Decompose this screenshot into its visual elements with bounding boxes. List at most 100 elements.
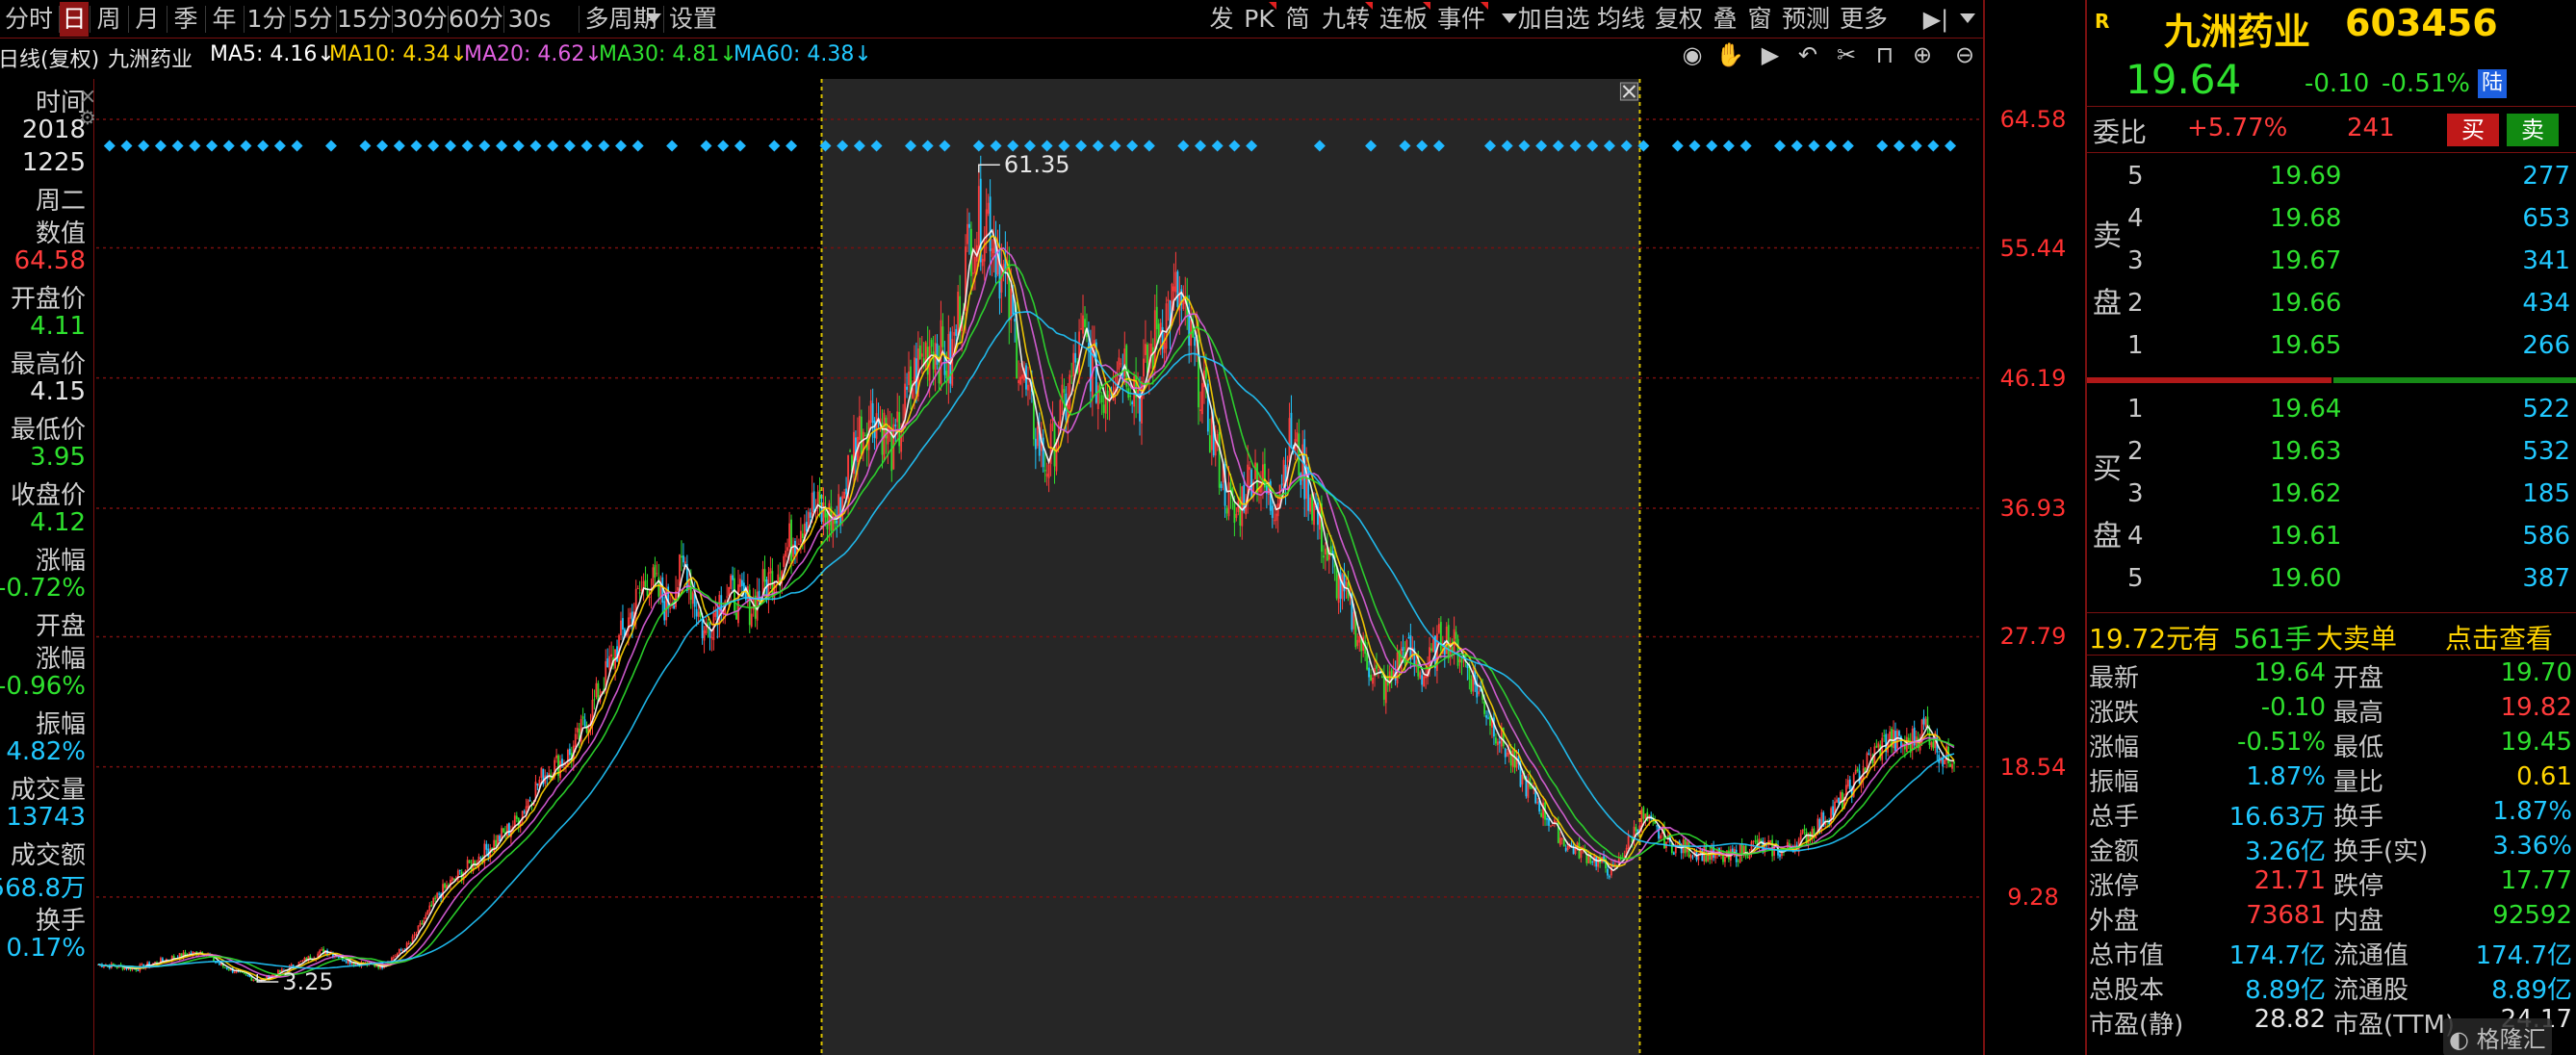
bid-row[interactable]: 1 19.64 522 bbox=[2087, 389, 2576, 431]
buy-button[interactable]: 买 bbox=[2447, 114, 2499, 146]
tool-button-0[interactable]: 发 bbox=[1205, 2, 1238, 37]
sell-button[interactable]: 卖 bbox=[2507, 114, 2559, 146]
ask-row[interactable]: 1 19.65 266 bbox=[2087, 325, 2576, 368]
tool-button-2[interactable]: 简 bbox=[1280, 2, 1315, 37]
candle-body bbox=[1856, 768, 1859, 771]
tool-button-6[interactable]: 加自选 bbox=[1517, 2, 1590, 37]
period-tab-13[interactable]: 设置 bbox=[664, 2, 722, 37]
candle-body bbox=[1506, 752, 1508, 758]
candle-body bbox=[1055, 442, 1058, 472]
zoom-out-icon[interactable]: ⊖ bbox=[1952, 42, 1977, 67]
candle-body bbox=[137, 969, 140, 971]
cursor-info-14: 涨幅 bbox=[35, 547, 86, 576]
big-order-view-link[interactable]: 点击查看 bbox=[2445, 618, 2553, 656]
undo-icon[interactable]: ↶ bbox=[1795, 42, 1820, 67]
ask-row[interactable]: 3 19.67 341 bbox=[2087, 241, 2576, 283]
candle-body bbox=[809, 512, 811, 519]
candle-body bbox=[468, 860, 471, 863]
candle-body bbox=[1658, 826, 1660, 839]
lock-icon[interactable]: ⊓ bbox=[1872, 42, 1897, 67]
connect-badge[interactable]: 陆 bbox=[2478, 69, 2507, 98]
tool-button-8[interactable]: 复权 bbox=[1652, 2, 1706, 37]
candle-body bbox=[695, 608, 698, 617]
more-dropdown-icon[interactable] bbox=[1960, 13, 1975, 23]
info-settings-icon[interactable]: ⚙ bbox=[79, 106, 96, 129]
period-tab-11[interactable]: 30s bbox=[504, 2, 554, 37]
period-tab-1[interactable]: 日 bbox=[60, 2, 89, 37]
signal-diamond bbox=[1825, 140, 1838, 152]
candle-body bbox=[523, 811, 526, 813]
bid-volume: 586 bbox=[2522, 522, 2570, 551]
tool-button-10[interactable]: 窗 bbox=[1744, 2, 1775, 37]
quote-label: 最低 bbox=[2333, 733, 2384, 762]
signal-diamond bbox=[1927, 140, 1940, 152]
zoom-in-icon[interactable]: ⊕ bbox=[1910, 42, 1935, 67]
candle-body bbox=[1437, 624, 1440, 633]
quote-value: 0.61 bbox=[2516, 762, 2572, 791]
signal-diamond bbox=[512, 140, 525, 152]
period-dropdown-icon[interactable] bbox=[646, 13, 661, 23]
bid-row[interactable]: 3 19.62 185 bbox=[2087, 474, 2576, 516]
tool-button-12[interactable]: 更多 bbox=[1837, 2, 1891, 37]
period-tab-4[interactable]: 季 bbox=[167, 2, 204, 37]
tool-button-3[interactable]: 九转 bbox=[1319, 2, 1373, 37]
play-icon[interactable]: ▶ bbox=[1758, 42, 1783, 67]
bid-row[interactable]: 2 19.63 532 bbox=[2087, 431, 2576, 474]
period-tab-8[interactable]: 15分 bbox=[337, 2, 392, 37]
bid-level: 3 bbox=[2127, 479, 2144, 508]
candle-body bbox=[1201, 383, 1203, 415]
eye-icon[interactable]: ◉ bbox=[1680, 42, 1705, 67]
tool-button-7[interactable]: 均线 bbox=[1594, 2, 1648, 37]
price-tick: 9.28 bbox=[2007, 883, 2059, 911]
candle-body bbox=[1883, 734, 1886, 736]
period-tab-6[interactable]: 1分 bbox=[245, 2, 289, 37]
period-tab-9[interactable]: 30分 bbox=[393, 2, 448, 37]
quote-value: -0.10 bbox=[2260, 693, 2326, 722]
tool-button-5[interactable]: 事件 bbox=[1434, 2, 1488, 37]
candle-body bbox=[1607, 868, 1609, 876]
candle-body bbox=[1439, 622, 1442, 651]
candle-body bbox=[839, 497, 842, 526]
signal-diamond bbox=[563, 140, 576, 152]
event-dropdown-icon[interactable] bbox=[1502, 13, 1517, 23]
period-tab-2[interactable]: 周 bbox=[90, 2, 127, 37]
price-tick: 27.79 bbox=[1999, 623, 2067, 651]
ask-row[interactable]: 2 19.66 434 bbox=[2087, 283, 2576, 325]
candle-body bbox=[407, 942, 410, 944]
candle-body bbox=[1382, 675, 1385, 700]
period-tab-3[interactable]: 月 bbox=[129, 2, 166, 37]
kline-chart[interactable]: 61.35 3.25 bbox=[96, 79, 1983, 1055]
candle-body bbox=[1072, 352, 1075, 376]
signal-diamond bbox=[393, 140, 405, 152]
tool-button-4[interactable]: 连板 bbox=[1377, 2, 1430, 37]
quote-value: 19.70 bbox=[2500, 658, 2572, 687]
candle-body bbox=[985, 209, 988, 240]
ask-row[interactable]: 5 19.69 277 bbox=[2087, 156, 2576, 198]
kline-svg[interactable]: 61.35 3.25 bbox=[96, 79, 1983, 1055]
chart-mode-label[interactable]: 日线(复权) bbox=[0, 42, 99, 73]
tool-button-9[interactable]: 叠 bbox=[1710, 2, 1740, 37]
period-tab-7[interactable]: 5分 bbox=[291, 2, 335, 37]
bid-row[interactable]: 4 19.61 586 bbox=[2087, 516, 2576, 558]
tool-button-label: 复权 bbox=[1654, 5, 1703, 33]
period-tab-5[interactable]: 年 bbox=[206, 2, 243, 37]
tool-button-label: 窗 bbox=[1747, 5, 1772, 33]
candle-body bbox=[644, 579, 647, 587]
period-tab-0[interactable]: 分时 bbox=[0, 2, 58, 37]
quote-value: 3.36% bbox=[2492, 832, 2572, 861]
hand-icon[interactable]: ✋ bbox=[1715, 42, 1744, 67]
selection-close-icon[interactable] bbox=[1619, 82, 1638, 101]
candle-body bbox=[1562, 838, 1565, 847]
cursor-info-10: 最低价 bbox=[10, 416, 86, 445]
bid-volume: 522 bbox=[2522, 395, 2570, 424]
scissors-icon[interactable]: ✂ bbox=[1834, 42, 1859, 67]
candle-body bbox=[1053, 420, 1056, 467]
weibi-count: 241 bbox=[2347, 114, 2395, 142]
ask-row[interactable]: 4 19.68 653 bbox=[2087, 198, 2576, 241]
bid-row[interactable]: 5 19.60 387 bbox=[2087, 558, 2576, 601]
signal-diamond bbox=[598, 140, 610, 152]
tool-button-11[interactable]: 预测 bbox=[1779, 2, 1833, 37]
tool-button-1[interactable]: PK bbox=[1242, 2, 1276, 37]
collapse-panel-icon[interactable]: ▶︎| bbox=[1919, 2, 1952, 37]
period-tab-10[interactable]: 60分 bbox=[449, 2, 503, 37]
